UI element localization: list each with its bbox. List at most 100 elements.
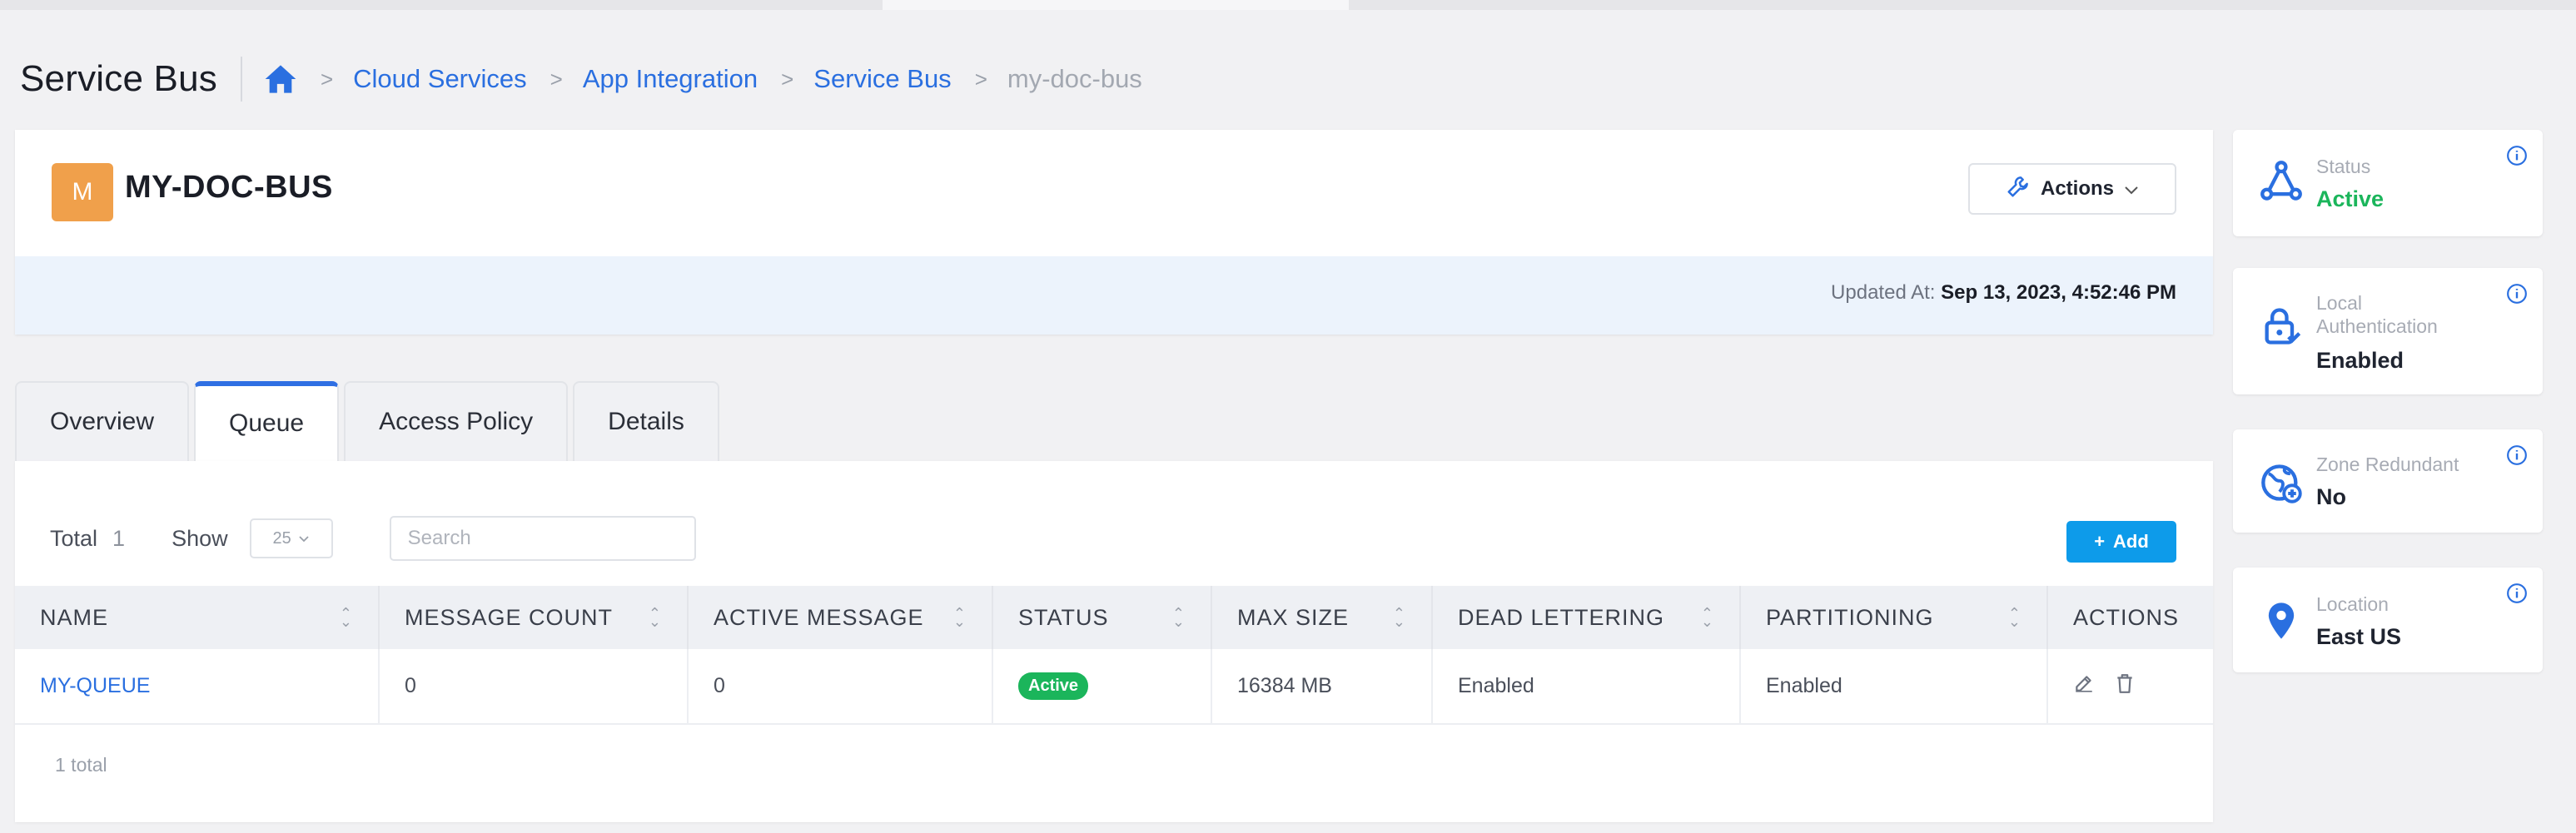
resource-name: MY-DOC-BUS — [125, 170, 333, 205]
tab-queue[interactable]: Queue — [194, 381, 340, 461]
resource-card: M MY-DOC-BUS Actions Updated At: Sep 13,… — [15, 130, 2213, 335]
chevron-right-icon: > — [550, 66, 563, 92]
zone-redundant-value: No — [2316, 484, 2346, 509]
sort-icon[interactable]: ⌃ ⌄ — [1701, 606, 1714, 629]
table-row: MY-QUEUE 0 0 Active 16384 MB Enabled Ena… — [15, 649, 2213, 725]
total-count: 1 — [112, 525, 126, 551]
tab-access-policy[interactable]: Access Policy — [344, 381, 569, 461]
cell-name: MY-QUEUE — [15, 649, 380, 725]
zone-redundant-label: Zone Redundant — [2316, 454, 2459, 475]
chevron-right-icon: > — [781, 66, 794, 92]
column-header-active-message[interactable]: ACTIVE MESSAGE ⌃ ⌄ — [688, 586, 993, 649]
top-strip — [0, 0, 2576, 10]
sort-icon[interactable]: ⌃ ⌄ — [649, 606, 662, 629]
column-header-status[interactable]: STATUS ⌃ ⌄ — [992, 586, 1212, 649]
local-auth-value: Enabled — [2316, 348, 2404, 373]
add-button[interactable]: + Add — [2066, 521, 2176, 563]
queue-name-link[interactable]: MY-QUEUE — [40, 674, 150, 697]
tab-details[interactable]: Details — [573, 381, 719, 461]
table-footer-total: 1 total — [55, 754, 107, 776]
avatar: M — [52, 163, 113, 221]
cell-actions — [2047, 649, 2213, 725]
add-label: Add — [2113, 531, 2149, 552]
lock-icon — [2260, 305, 2303, 348]
page-title: Service Bus — [20, 58, 217, 99]
updated-timestamp: Updated At: Sep 13, 2023, 4:52:46 PM — [1831, 281, 2176, 305]
sort-icon[interactable]: ⌃ ⌄ — [1393, 606, 1406, 629]
chevron-down-icon — [298, 529, 310, 548]
location-label: Location — [2316, 593, 2389, 615]
page-header: Service Bus > Cloud Services > App Integ… — [20, 50, 1142, 108]
network-icon — [2260, 160, 2303, 203]
search-input[interactable] — [389, 516, 696, 561]
tab-bar: Overview Queue Access Policy Details — [15, 381, 719, 461]
table-toolbar: Total 1 Show 25 — [50, 516, 696, 561]
updated-value: Sep 13, 2023, 4:52:46 PM — [1941, 281, 2176, 304]
queue-table: NAME ⌃ ⌄ MESSAGE COUNT ⌃ ⌄ ACTIVE MESSAGE ⌃ ⌄ … — [15, 586, 2213, 725]
updated-bar: Updated At: Sep 13, 2023, 4:52:46 PM — [15, 256, 2213, 335]
breadcrumb-current: my-doc-bus — [1007, 64, 1142, 93]
cell-active-message: 0 — [688, 649, 993, 725]
zone-redundant-card: Zone Redundant No — [2233, 429, 2543, 533]
sort-icon[interactable]: ⌃ ⌄ — [1172, 606, 1186, 629]
column-header-partitioning[interactable]: PARTITIONING ⌃ ⌄ — [1740, 586, 2048, 649]
page-size-select[interactable]: 25 — [249, 518, 333, 558]
info-icon[interactable] — [2506, 444, 2528, 466]
column-header-dead-lettering[interactable]: DEAD LETTERING ⌃ ⌄ — [1432, 586, 1741, 649]
info-icon[interactable] — [2506, 283, 2528, 305]
local-auth-card: Local Authentication Enabled — [2233, 268, 2543, 394]
table-header-row: NAME ⌃ ⌄ MESSAGE COUNT ⌃ ⌄ ACTIVE MESSAGE ⌃ ⌄ … — [15, 586, 2213, 649]
updated-label: Updated At: — [1831, 281, 1936, 304]
breadcrumb: > Cloud Services > App Integration > Ser… — [264, 62, 1142, 96]
breadcrumb-service-bus[interactable]: Service Bus — [813, 64, 951, 94]
location-pin-icon — [2260, 599, 2303, 642]
sort-icon[interactable]: ⌃ ⌄ — [2008, 606, 2022, 629]
home-icon[interactable] — [264, 62, 297, 96]
row-actions — [2073, 672, 2188, 700]
info-icon[interactable] — [2506, 583, 2528, 604]
cell-dead-lettering: Enabled — [1432, 649, 1741, 725]
cell-max-size: 16384 MB — [1211, 649, 1433, 725]
breadcrumb-cloud-services[interactable]: Cloud Services — [353, 64, 526, 94]
breadcrumb-app-integration[interactable]: App Integration — [583, 64, 758, 94]
edit-icon[interactable] — [2073, 672, 2095, 700]
info-icon[interactable] — [2506, 145, 2528, 166]
header-divider — [240, 57, 242, 102]
globe-icon — [2260, 461, 2303, 504]
column-label: ACTIONS — [2073, 604, 2180, 630]
status-value: Active — [2316, 186, 2385, 211]
cell-message-count: 0 — [379, 649, 689, 725]
column-header-max-size[interactable]: MAX SIZE ⌃ ⌄ — [1211, 586, 1433, 649]
column-header-actions: ACTIONS — [2047, 586, 2213, 649]
plus-icon: + — [2094, 531, 2106, 552]
local-auth-label-line1: Local — [2316, 292, 2362, 314]
location-value: East US — [2316, 624, 2402, 649]
column-header-name[interactable]: NAME ⌃ ⌄ — [15, 586, 380, 649]
chevron-down-icon — [2124, 177, 2139, 201]
total-label: Total — [50, 525, 98, 551]
queue-panel: Total 1 Show 25 + Add NAME ⌃⌄ MESSAGE COU… — [15, 461, 2213, 822]
status-label: Status — [2316, 156, 2371, 177]
column-label: MESSAGE COUNT — [405, 604, 614, 630]
column-label: MAX SIZE — [1237, 604, 1350, 630]
column-label: DEAD LETTERING — [1458, 604, 1665, 630]
actions-label: Actions — [2040, 177, 2114, 200]
tab-overview[interactable]: Overview — [15, 381, 190, 461]
sort-icon[interactable]: ⌃ ⌄ — [953, 606, 967, 629]
local-auth-label-line2: Authentication — [2316, 315, 2438, 337]
column-label: ACTIVE MESSAGE — [714, 604, 924, 630]
column-label: STATUS — [1018, 604, 1109, 630]
status-card: Status Active — [2233, 130, 2543, 236]
cell-status: Active — [992, 649, 1212, 725]
column-label: PARTITIONING — [1766, 604, 1934, 630]
page-size-value: 25 — [272, 528, 291, 548]
wrench-icon — [2006, 174, 2031, 205]
chevron-right-icon: > — [974, 66, 987, 92]
trash-icon[interactable] — [2115, 672, 2135, 700]
sort-icon[interactable]: ⌃ ⌄ — [340, 606, 353, 629]
chevron-right-icon: > — [320, 66, 334, 92]
column-label: NAME — [40, 604, 109, 630]
column-header-message-count[interactable]: MESSAGE COUNT ⌃ ⌄ — [379, 586, 689, 649]
status-badge: Active — [1018, 672, 1089, 700]
actions-button[interactable]: Actions — [1968, 163, 2176, 215]
